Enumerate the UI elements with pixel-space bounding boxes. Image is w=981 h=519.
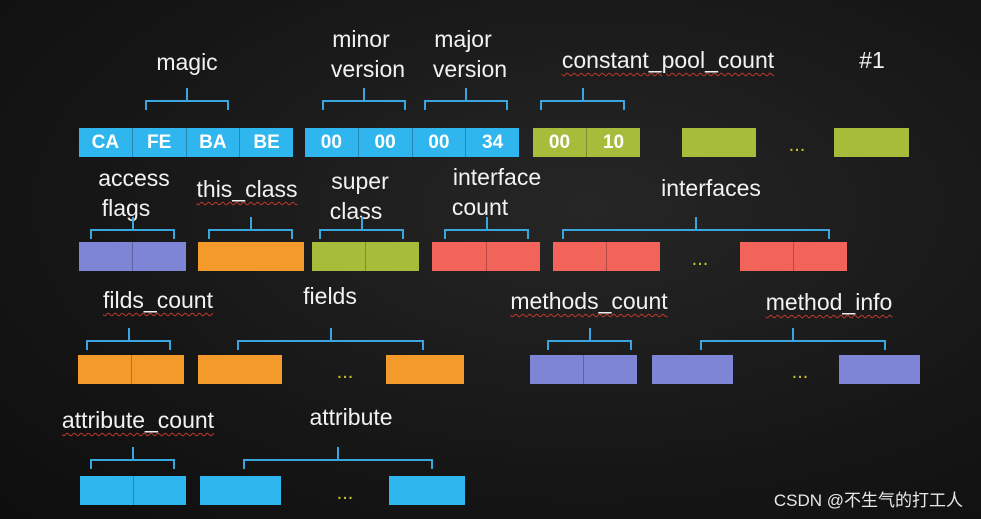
brace-connector [208, 217, 293, 239]
brace-connector [562, 217, 830, 239]
method-entry [839, 355, 920, 384]
this-class-box [198, 242, 304, 271]
field-entry [386, 355, 464, 384]
ellipsis: ... [336, 361, 354, 383]
label-magic: magic [156, 49, 218, 75]
label-attribute-count: attribute_count [61, 407, 215, 433]
byte-cell [389, 476, 465, 505]
label-minor-2: version [330, 56, 406, 82]
byte-cell: 00 [305, 128, 359, 157]
byte-cell: 00 [359, 128, 413, 157]
byte-cell [794, 242, 847, 271]
brace-connector [322, 88, 406, 110]
fields-count-box [78, 355, 184, 384]
byte-cell [200, 476, 281, 505]
byte-cell [652, 355, 733, 384]
byte-cell [312, 242, 366, 271]
brace-connector [145, 88, 229, 110]
byte-cell [198, 242, 304, 271]
brace-connector [424, 88, 508, 110]
magic-bytes: CA FE BA BE [79, 128, 293, 157]
brace-connector [90, 217, 175, 239]
label-this-class: this_class [196, 176, 298, 202]
constant-pool-entry [834, 128, 909, 157]
label-index: #1 [859, 47, 885, 73]
byte-cell: 34 [482, 131, 504, 153]
brace-connector [444, 217, 529, 239]
ellipsis: ... [788, 134, 806, 156]
byte-cell [78, 355, 132, 384]
brace-connector [547, 328, 632, 350]
interface-count-box [432, 242, 540, 271]
version-bytes: 00 00 00 34 [305, 128, 519, 157]
byte-cell: BA [187, 128, 241, 157]
ellipsis: ... [336, 482, 354, 504]
byte-cell [80, 476, 134, 505]
byte-cell [432, 242, 487, 271]
ellipsis: ... [791, 361, 809, 383]
label-method-info: method_info [765, 289, 893, 315]
super-class-box [312, 242, 419, 271]
methods-count-box [530, 355, 637, 384]
label-methods-count: methods_count [510, 288, 668, 314]
attribute-entry [200, 476, 281, 505]
byte-cell [834, 128, 909, 157]
label-filds-count: filds_count [103, 287, 213, 313]
label-access-2: flags [101, 195, 151, 221]
byte-cell [839, 355, 920, 384]
field-entry [198, 355, 282, 384]
byte-cell: CA [79, 128, 133, 157]
byte-cell [366, 242, 419, 271]
label-super-1: super [331, 168, 389, 194]
label-access-1: access [98, 165, 170, 191]
byte-cell [740, 242, 794, 271]
byte-cell: FE [133, 128, 187, 157]
label-interfaces: interfaces [661, 175, 761, 201]
byte-cell [133, 242, 186, 271]
byte-cell [134, 476, 187, 505]
attribute-count-box [80, 476, 186, 505]
access-flags-box [79, 242, 186, 271]
byte-cell [530, 355, 584, 384]
brace-connector [243, 447, 433, 469]
byte-cell: 00 [533, 128, 587, 157]
byte-cell [584, 355, 637, 384]
ellipsis: ... [691, 248, 709, 270]
brace-connector [700, 328, 886, 350]
watermark: CSDN @不生气的打工人 [773, 491, 963, 510]
byte-cell [79, 242, 133, 271]
label-constant-pool-count: constant_pool_count [561, 47, 775, 73]
method-entry [652, 355, 733, 384]
label-icount-2: count [451, 194, 509, 220]
constant-pool-count-bytes: 00 10 [533, 128, 640, 157]
byte-cell [487, 242, 541, 271]
byte-cell [132, 355, 185, 384]
byte-cell: 00 [413, 128, 467, 157]
label-attribute: attribute [309, 404, 393, 430]
byte-cell: BE [253, 131, 280, 153]
label-major-1: major [434, 26, 492, 52]
byte-cell [198, 355, 282, 384]
constant-pool-entry [682, 128, 756, 157]
label-icount-1: interface [452, 164, 542, 190]
interface-entry [740, 242, 847, 271]
label-fields: fields [303, 283, 357, 309]
byte-cell: 10 [602, 131, 625, 153]
brace-connector [237, 328, 424, 350]
byte-cell [607, 242, 660, 271]
brace-connector [319, 217, 404, 239]
brace-connector [90, 447, 175, 469]
attribute-entry [389, 476, 465, 505]
brace-connector [540, 88, 625, 110]
byte-cell [386, 355, 464, 384]
label-super-2: class [329, 198, 383, 224]
label-minor-1: minor [332, 26, 390, 52]
byte-cell [553, 242, 607, 271]
interface-entry [553, 242, 660, 271]
byte-cell [682, 128, 756, 157]
brace-connector [86, 328, 171, 350]
label-major-2: version [432, 56, 508, 82]
